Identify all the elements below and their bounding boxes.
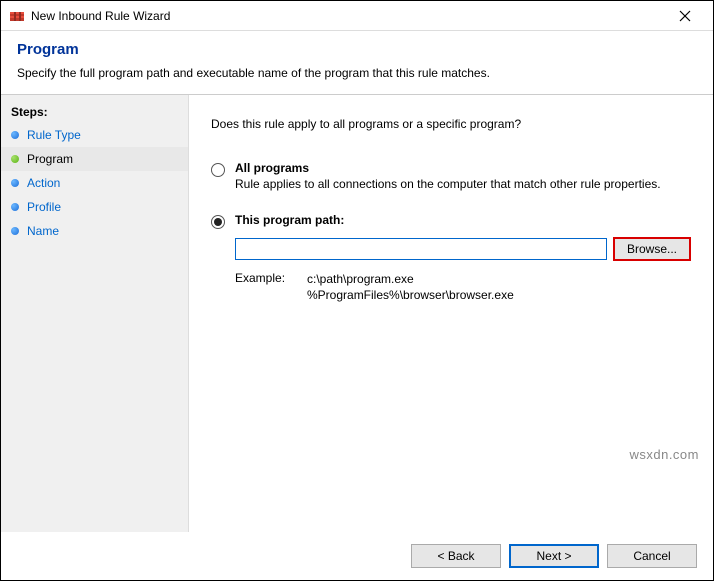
wizard-header: Program Specify the full program path an… bbox=[1, 31, 713, 94]
example-path-1: c:\path\program.exe bbox=[307, 271, 514, 287]
example-label: Example: bbox=[235, 271, 307, 303]
step-label[interactable]: Profile bbox=[27, 200, 61, 214]
step-label: Program bbox=[27, 152, 73, 166]
bullet-icon bbox=[11, 131, 19, 139]
wizard-body: Steps: Rule Type Program Action Profile … bbox=[1, 94, 713, 532]
steps-heading: Steps: bbox=[1, 103, 188, 123]
option-all-programs: All programs Rule applies to all connect… bbox=[211, 161, 691, 191]
step-program[interactable]: Program bbox=[1, 147, 188, 171]
bullet-icon bbox=[11, 179, 19, 187]
close-icon bbox=[679, 10, 691, 22]
content-question: Does this rule apply to all programs or … bbox=[211, 117, 691, 131]
radio-all-programs[interactable] bbox=[211, 163, 225, 177]
next-button[interactable]: Next > bbox=[509, 544, 599, 568]
radio-this-program[interactable] bbox=[211, 215, 225, 229]
step-label[interactable]: Rule Type bbox=[27, 128, 81, 142]
page-description: Specify the full program path and execut… bbox=[17, 66, 697, 80]
step-profile[interactable]: Profile bbox=[1, 195, 188, 219]
wizard-window: New Inbound Rule Wizard Program Specify … bbox=[0, 0, 714, 581]
browse-button[interactable]: Browse... bbox=[613, 237, 691, 261]
close-button[interactable] bbox=[665, 2, 705, 30]
step-name[interactable]: Name bbox=[1, 219, 188, 243]
step-action[interactable]: Action bbox=[1, 171, 188, 195]
example-paths: c:\path\program.exe %ProgramFiles%\brows… bbox=[307, 271, 514, 303]
bullet-icon bbox=[11, 155, 19, 163]
option-all-desc: Rule applies to all connections on the c… bbox=[235, 177, 691, 191]
wizard-content: Does this rule apply to all programs or … bbox=[189, 95, 713, 532]
page-title: Program bbox=[17, 41, 697, 58]
step-rule-type[interactable]: Rule Type bbox=[1, 123, 188, 147]
titlebar: New Inbound Rule Wizard bbox=[1, 1, 713, 31]
bullet-icon bbox=[11, 203, 19, 211]
option-all-title: All programs bbox=[235, 161, 691, 175]
wizard-footer: < Back Next > Cancel bbox=[1, 532, 713, 580]
bullet-icon bbox=[11, 227, 19, 235]
example-path-2: %ProgramFiles%\browser\browser.exe bbox=[307, 287, 514, 303]
option-program-path: This program path: Browse... Example: c:… bbox=[211, 213, 691, 303]
window-title: New Inbound Rule Wizard bbox=[31, 9, 665, 23]
back-button[interactable]: < Back bbox=[411, 544, 501, 568]
firewall-icon bbox=[9, 8, 25, 24]
steps-sidebar: Steps: Rule Type Program Action Profile … bbox=[1, 95, 189, 532]
option-path-title: This program path: bbox=[235, 213, 691, 227]
program-path-input[interactable] bbox=[235, 238, 607, 260]
watermark: wsxdn.com bbox=[629, 447, 699, 462]
step-label[interactable]: Name bbox=[27, 224, 59, 238]
step-label[interactable]: Action bbox=[27, 176, 60, 190]
cancel-button[interactable]: Cancel bbox=[607, 544, 697, 568]
